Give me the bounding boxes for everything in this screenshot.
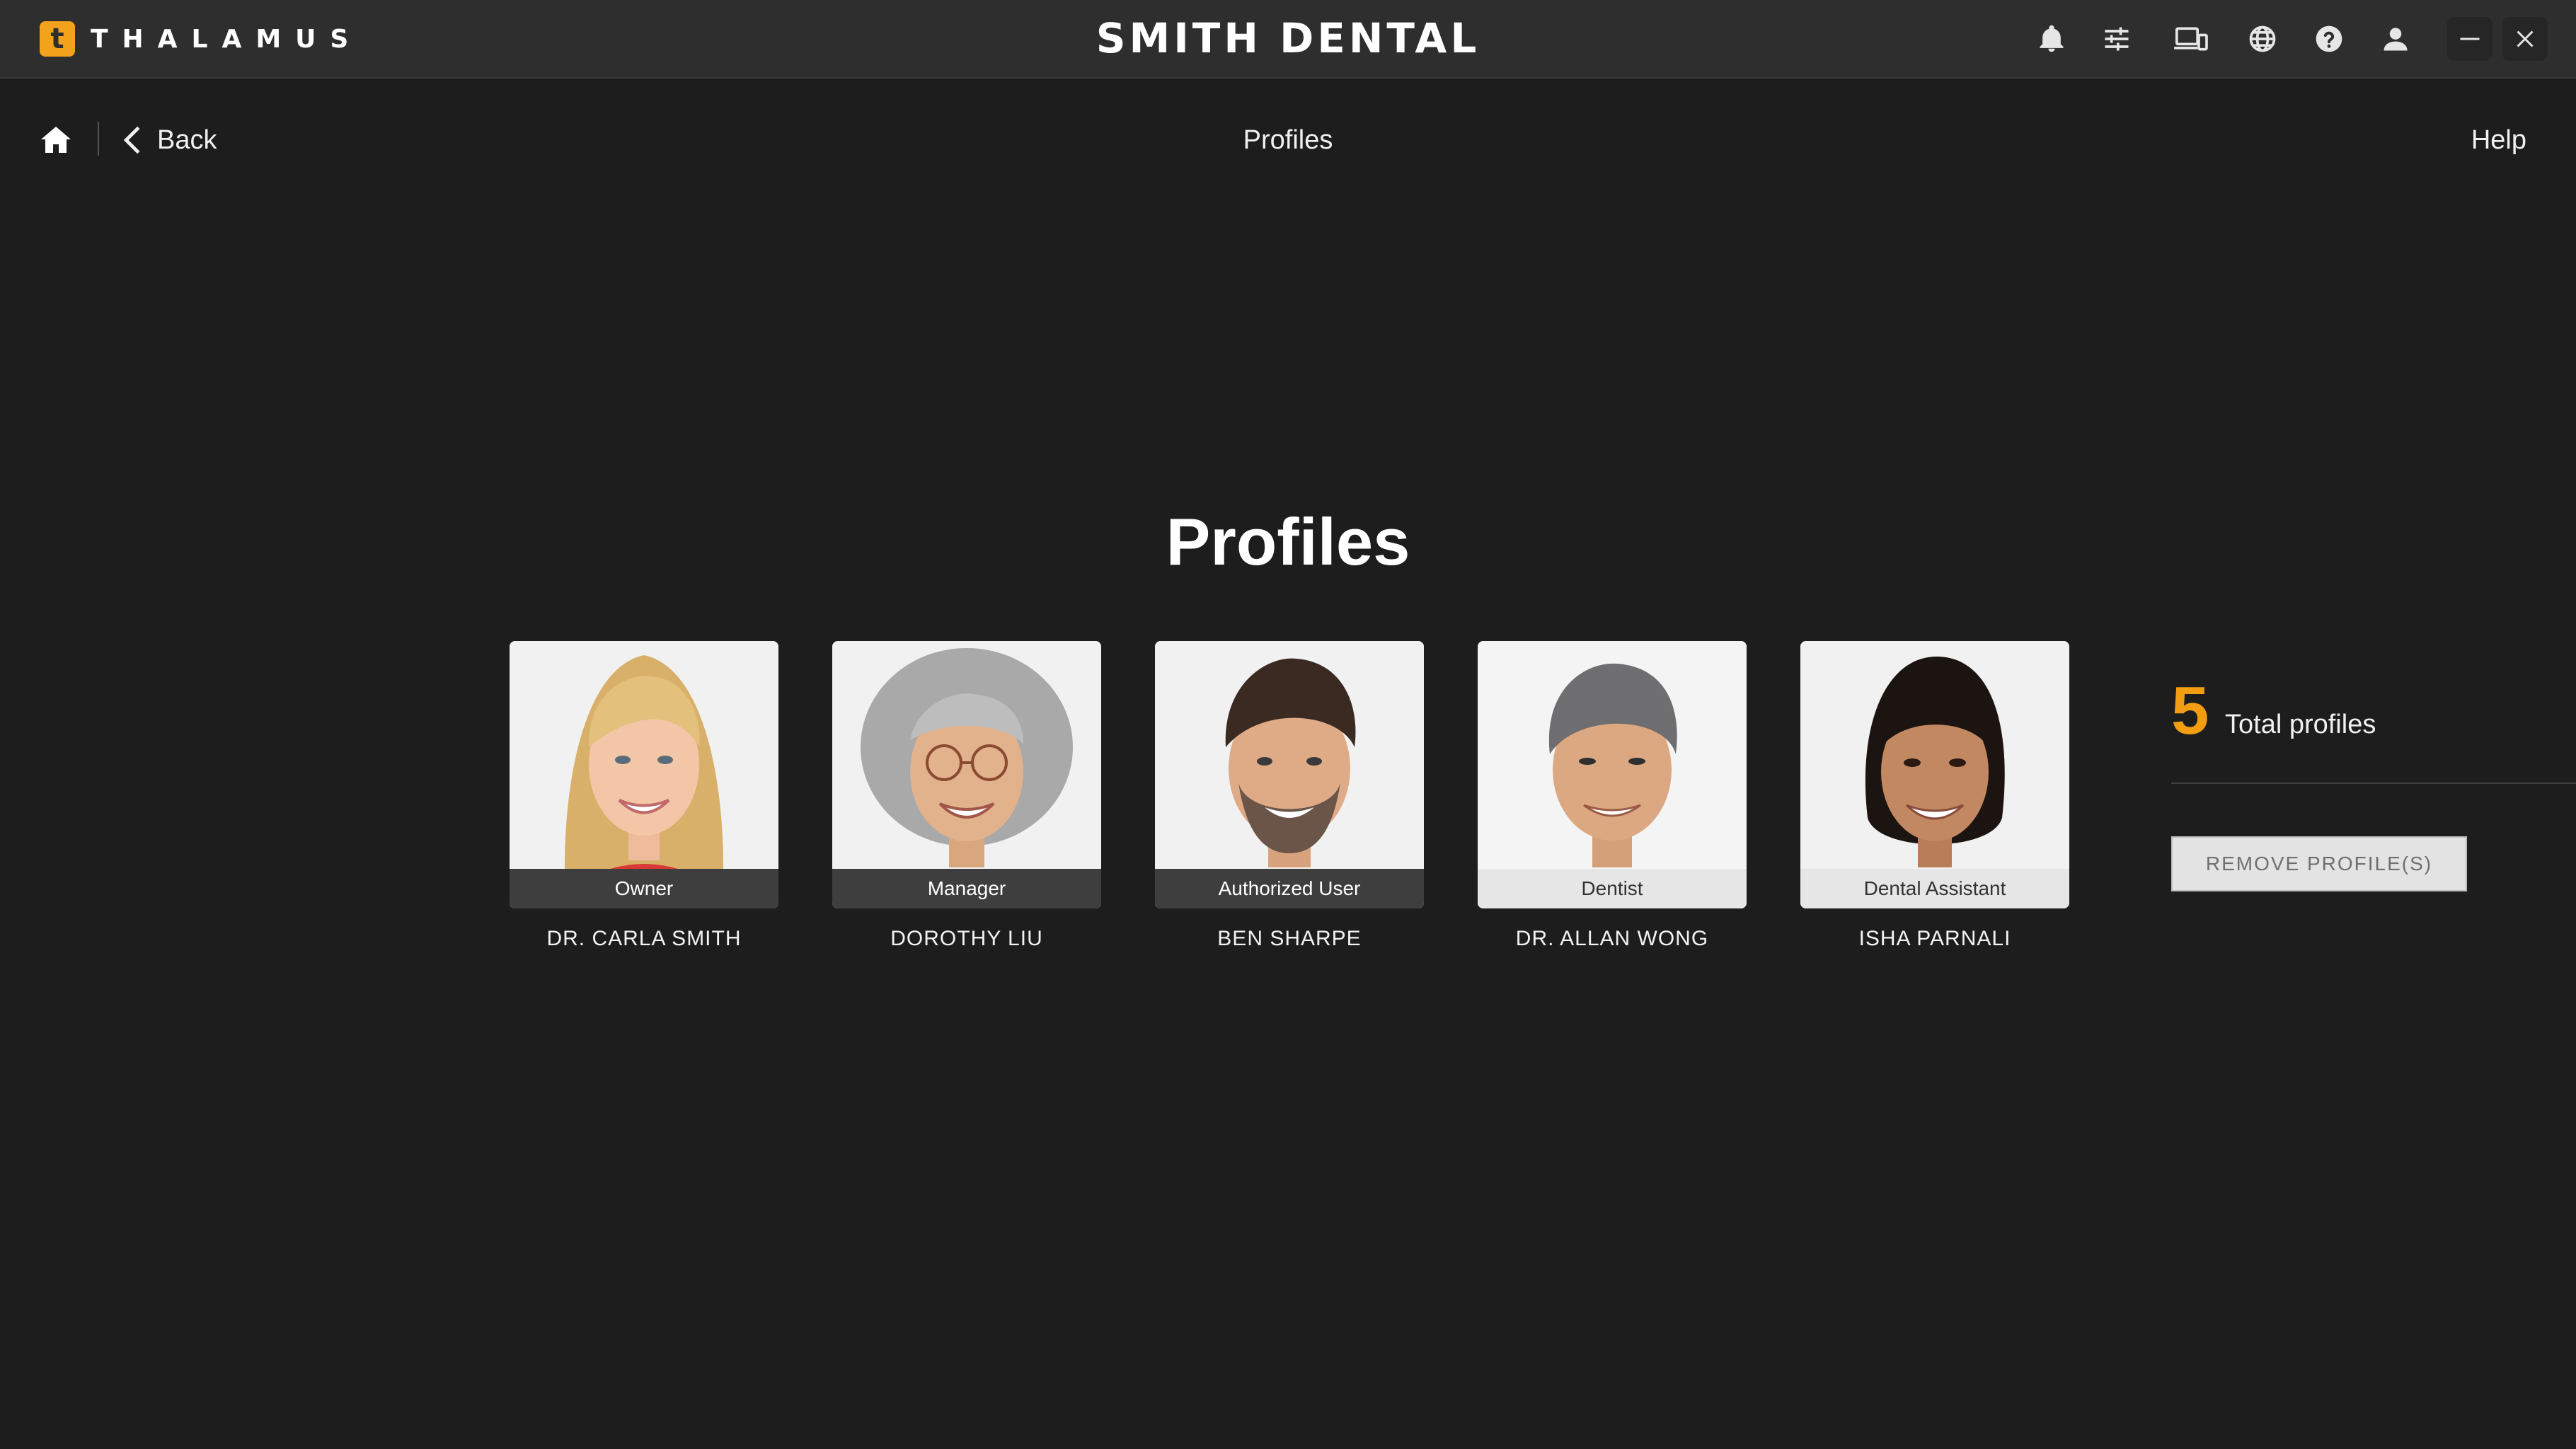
practice-title: SMITH DENTAL [1096,14,1480,62]
profile-card-authorized-user[interactable]: Authorized User [1155,641,1424,908]
globe-icon[interactable] [2245,21,2280,57]
role-label: Manager [832,869,1101,908]
sliders-icon[interactable] [2099,21,2134,57]
profile-count: 5 [2171,673,2209,749]
role-label: Authorized User [1155,869,1424,908]
profile-name[interactable]: DR. CARLA SMITH [488,927,800,955]
close-button[interactable] [2502,17,2548,61]
close-icon [2517,30,2534,47]
profile-card-dental-assistant[interactable]: Dental Assistant [1800,641,2069,908]
panel-divider [2171,783,2576,784]
thalamus-logo: t THALAMUS [40,21,362,57]
bell-icon[interactable] [2034,21,2069,57]
nav-divider [98,122,99,156]
role-label: Owner [510,869,778,908]
profile-name[interactable]: DR. ALLAN WONG [1456,927,1768,955]
profile-card-owner[interactable]: Owner [510,641,778,908]
brand-name: THALAMUS [91,24,363,54]
minimize-icon [2460,37,2480,40]
profile-name[interactable]: DOROTHY LIU [811,927,1122,955]
profile-name[interactable]: ISHA PARNALI [1779,927,2091,955]
chevron-left-icon [123,126,140,154]
help-icon[interactable] [2311,21,2347,57]
role-label: Dental Assistant [1800,869,2069,908]
profile-name[interactable]: BEN SHARPE [1134,927,1445,955]
profile-count-label: Total profiles [2225,710,2376,739]
profile-card-dentist[interactable]: Dentist [1478,641,1747,908]
title-bar: t THALAMUS SMITH DENTAL [0,0,2576,79]
back-label: Back [157,125,217,155]
page-heading: Profiles [1166,504,1410,579]
help-link[interactable]: Help [2471,120,2526,160]
back-button[interactable]: Back [122,120,217,160]
role-label: Dentist [1478,869,1747,908]
home-icon[interactable] [38,123,74,157]
logo-mark: t [40,21,75,57]
nav-page-title: Profiles [1243,125,1333,155]
remove-profiles-button[interactable]: REMOVE PROFILE(S) [2171,836,2467,891]
minimize-button[interactable] [2447,17,2492,61]
devices-icon[interactable] [2170,21,2212,57]
profile-card-manager[interactable]: Manager [832,641,1101,908]
user-icon[interactable] [2378,21,2413,57]
